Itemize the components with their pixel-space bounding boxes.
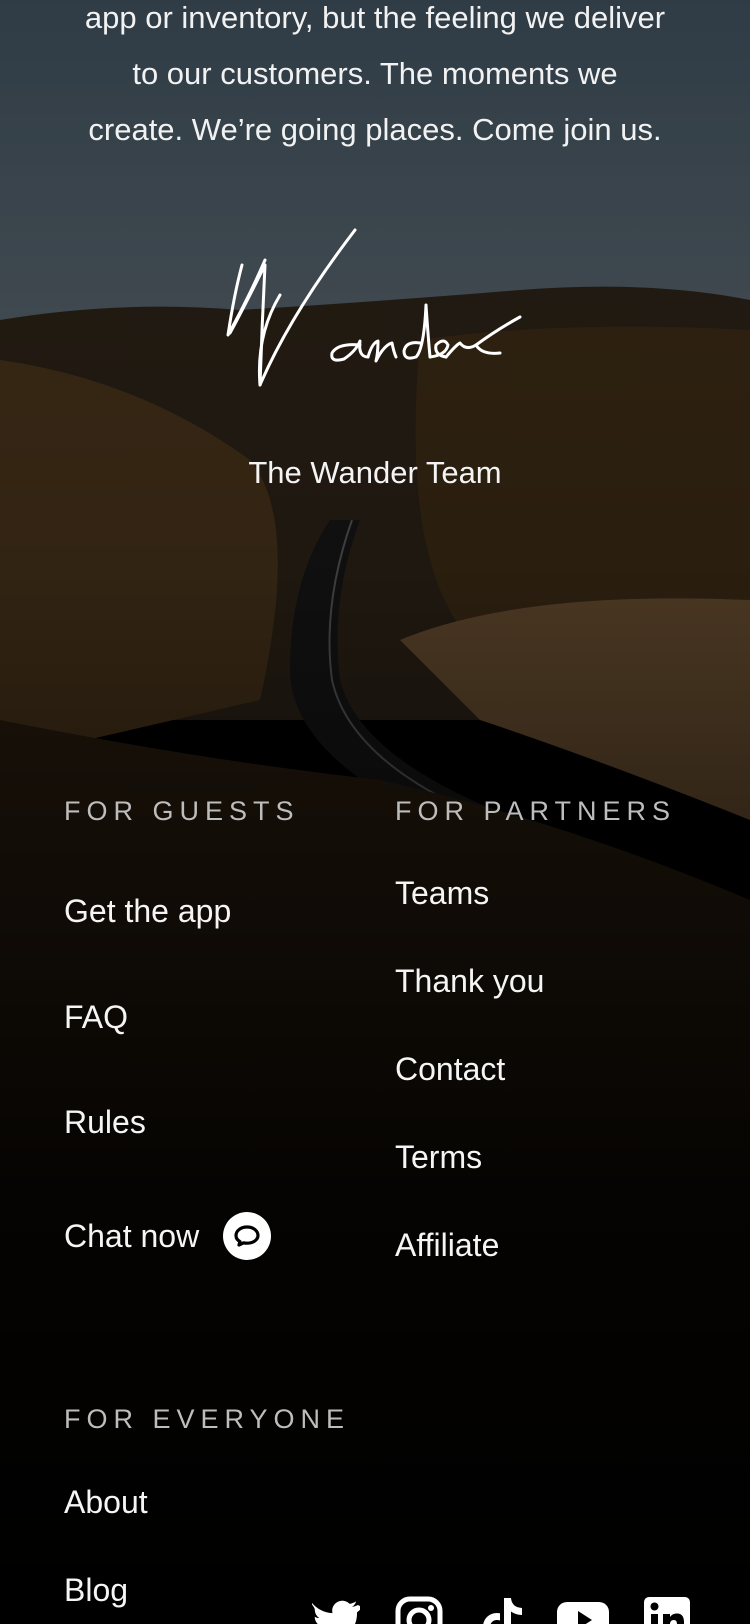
instagram-icon[interactable] (395, 1596, 443, 1624)
teams-link[interactable]: Teams (395, 875, 489, 912)
partners-heading: FOR PARTNERS (395, 796, 677, 826)
terms-link[interactable]: Terms (395, 1139, 482, 1176)
intro-line: create. We’re going places. Come join us… (88, 112, 662, 147)
intro-paragraph: app or inventory, but the feeling we del… (40, 0, 710, 158)
thank-you-link[interactable]: Thank you (395, 963, 544, 1000)
intro-line: to our customers. The moments we (132, 56, 618, 91)
chat-now-label: Chat now (64, 1217, 200, 1254)
chat-now-button[interactable]: Chat now (64, 1212, 272, 1260)
faq-link[interactable]: FAQ (64, 999, 128, 1036)
about-link[interactable]: About (64, 1484, 148, 1521)
everyone-heading: FOR EVERYONE (64, 1404, 351, 1434)
intro-line: app or inventory, but the feeling we del… (84, 0, 666, 35)
affiliate-link[interactable]: Affiliate (395, 1227, 499, 1264)
guests-heading: FOR GUESTS (64, 796, 300, 826)
get-the-app-link[interactable]: Get the app (64, 893, 231, 930)
tiktok-icon[interactable] (478, 1596, 526, 1624)
contact-link[interactable]: Contact (395, 1051, 505, 1088)
chat-bubble-icon (223, 1212, 272, 1260)
youtube-icon[interactable] (556, 1596, 610, 1624)
twitter-icon[interactable] (312, 1596, 360, 1624)
team-signoff: The Wander Team (248, 455, 502, 490)
wander-signature-logo (226, 228, 522, 387)
blog-link[interactable]: Blog (64, 1572, 128, 1609)
linkedin-icon[interactable] (643, 1596, 691, 1624)
rules-link[interactable]: Rules (64, 1104, 146, 1141)
